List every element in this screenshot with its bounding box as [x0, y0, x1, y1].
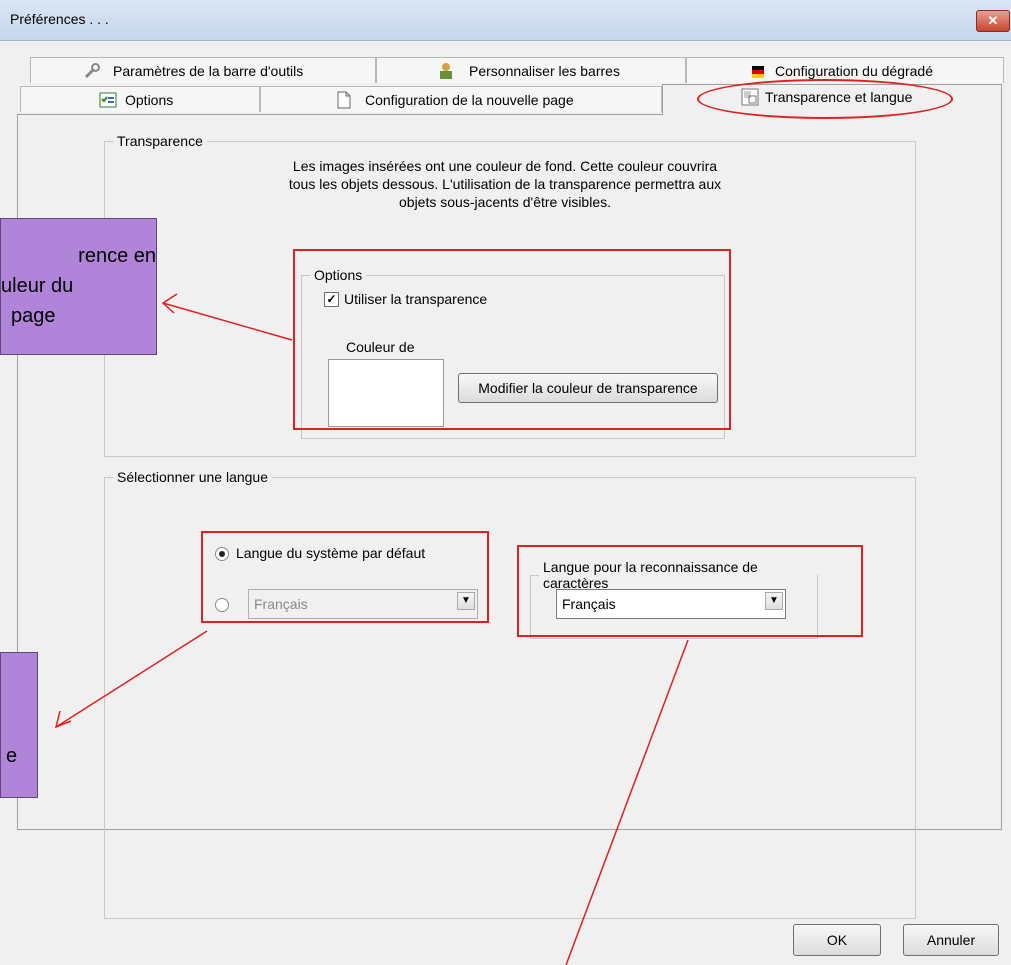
description-line: tous les objets dessous. L'utilisation d…	[288, 176, 722, 192]
options-icon	[99, 92, 117, 108]
tab-label: Paramètres de la barre d'outils	[113, 63, 304, 79]
callout-line: uleur du	[1, 275, 74, 297]
preferences-dialog: Préférences . . . ✕ Paramètres de la bar…	[0, 0, 1011, 965]
tab-label: Personnaliser les barres	[469, 63, 620, 79]
tab-customize-bars[interactable]: Personnaliser les barres	[376, 57, 686, 83]
options-highlight-annotation	[293, 249, 731, 430]
tab-options[interactable]: Options	[20, 86, 260, 112]
page-icon	[337, 91, 351, 109]
ocr-highlight-annotation	[517, 545, 863, 637]
language-highlight-annotation	[201, 531, 489, 623]
person-icon	[440, 63, 452, 79]
title-bar: Préférences . . . ✕	[0, 0, 1011, 41]
window-title: Préférences . . .	[10, 11, 109, 27]
close-button[interactable]: ✕	[976, 10, 1010, 32]
callout-line: rence en	[78, 245, 156, 267]
description-line: Les images insérées ont une couleur de f…	[292, 158, 718, 174]
transparency-callout: rence en uleur du page	[0, 218, 157, 355]
callout-line: e	[6, 745, 18, 767]
flag-icon	[752, 66, 764, 78]
group-title: Transparence	[117, 133, 203, 149]
tab-panel: Transparence Les images insérées ont une…	[17, 114, 1002, 919]
tab-new-page-config[interactable]: Configuration de la nouvelle page	[260, 86, 662, 112]
group-title: Sélectionner une langue	[117, 469, 269, 485]
tab-label: Options	[125, 92, 174, 108]
close-icon: ✕	[987, 13, 999, 28]
language-callout: e	[0, 652, 38, 798]
wrench-icon	[84, 63, 100, 79]
tab-label: Configuration du dégradé	[775, 63, 934, 79]
callout-line: page	[11, 305, 56, 327]
ok-button[interactable]: OK	[793, 924, 881, 956]
tab-toolbar-settings[interactable]: Paramètres de la barre d'outils	[30, 57, 376, 83]
tab-label: Configuration de la nouvelle page	[365, 92, 574, 108]
tab-highlight-annotation	[697, 79, 953, 119]
transparence-description: Les images insérées ont une couleur de f…	[205, 157, 805, 211]
description-line: objets sous-jacents d'être visibles.	[399, 194, 611, 210]
cancel-button[interactable]: Annuler	[903, 924, 999, 956]
